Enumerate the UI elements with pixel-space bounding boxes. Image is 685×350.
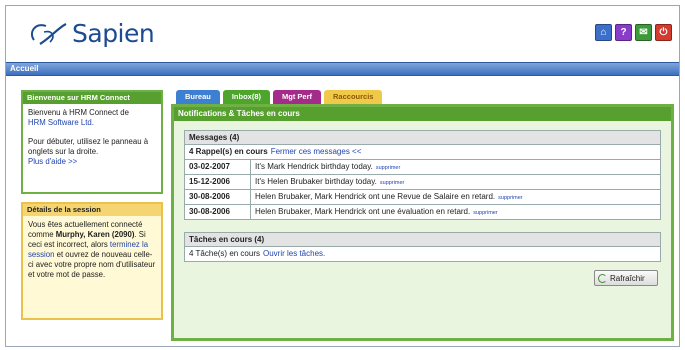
notifications-panel: Notifications & Tâches en cours Messages…	[171, 104, 674, 341]
messages-section: Messages (4) 4 Rappel(s) en cours Fermer…	[184, 130, 661, 220]
session-panel: Détails de la session Vous êtes actuelle…	[21, 202, 163, 320]
welcome-line1: Bienvenu à HRM Connect de	[28, 108, 129, 117]
message-text: Helen Brubaker, Mark Hendrick ont une év…	[255, 207, 471, 216]
notifications-title: Notifications & Tâches en cours	[174, 107, 671, 121]
message-text: It's Mark Hendrick birthday today.	[255, 162, 373, 171]
help-link[interactable]: Plus d'aide >>	[28, 157, 77, 166]
mail-icon[interactable]: ✉	[635, 24, 652, 41]
app-window: Sapien ⌂? ✉ ⏻ Accueil Bienvenue sur HRM Co…	[5, 5, 680, 347]
delete-message-link[interactable]: supprimer	[473, 210, 497, 216]
tasks-header: Tâches en cours (4)	[185, 233, 660, 247]
logo-mark-icon	[30, 23, 67, 45]
refresh-button[interactable]: Rafraîchir	[594, 270, 658, 286]
tasks-section: Tâches en cours (4) 4 Tâche(s) en cours …	[184, 232, 661, 262]
header: Sapien ⌂? ✉ ⏻	[6, 6, 679, 61]
message-cell: Helen Brubaker, Mark Hendrick ont une Re…	[251, 190, 523, 204]
message-cell: It's Mark Hendrick birthday today. suppri…	[251, 160, 400, 174]
refresh-label: Rafraîchir	[610, 273, 645, 283]
welcome-panel: Bienvenue sur HRM Connect Bienvenu à HRM…	[21, 90, 163, 194]
tab-bureau[interactable]: Bureau	[176, 90, 220, 104]
message-row: 15-12-2006 It's Helen Brubaker birthday t…	[185, 175, 660, 190]
company-link[interactable]: HRM Software Ltd.	[28, 118, 94, 127]
delete-message-link[interactable]: supprimer	[380, 180, 404, 186]
tab-mgt-perf[interactable]: Mgt Perf	[273, 90, 322, 104]
message-date: 30-08-2006	[185, 205, 251, 219]
message-cell: Helen Brubaker, Mark Hendrick ont une év…	[251, 205, 498, 219]
message-date: 30-08-2006	[185, 190, 251, 204]
message-date: 03-02-2007	[185, 160, 251, 174]
help-icon[interactable]: ?	[615, 24, 632, 41]
sapien-logo: Sapien	[26, 18, 155, 48]
message-date: 15-12-2006	[185, 175, 251, 189]
tab-raccourcis[interactable]: Raccourcis	[324, 90, 383, 104]
refresh-icon	[598, 273, 607, 283]
tab-inbox-8[interactable]: Inbox(8)	[222, 90, 271, 104]
reminders-row: 4 Rappel(s) en cours Fermer ces messages…	[185, 145, 660, 160]
welcome-title: Bienvenue sur HRM Connect	[23, 92, 161, 104]
breadcrumb[interactable]: Accueil	[10, 63, 38, 75]
open-tasks-link[interactable]: Ouvrir les tâches.	[263, 247, 325, 261]
message-text: It's Helen Brubaker birthday today.	[255, 177, 377, 186]
session-user: Murphy, Karen (2090)	[55, 230, 135, 239]
delete-message-link[interactable]: supprimer	[376, 165, 400, 171]
tasks-count: 4 Tâche(s) en cours	[189, 249, 260, 258]
message-row: 30-08-2006 Helen Brubaker, Mark Hendrick …	[185, 190, 660, 205]
power-icon[interactable]: ⏻	[655, 24, 672, 41]
message-row: 30-08-2006 Helen Brubaker, Mark Hendrick …	[185, 205, 660, 219]
reminders-count: 4 Rappel(s) en cours	[189, 147, 268, 156]
session-title: Détails de la session	[23, 204, 161, 216]
nav-bar: Accueil	[6, 62, 679, 76]
close-messages-link[interactable]: Fermer ces messages <<	[271, 145, 362, 159]
message-rows: 03-02-2007 It's Mark Hendrick birthday to…	[185, 160, 660, 219]
home-icon[interactable]: ⌂	[595, 24, 612, 41]
message-row: 03-02-2007 It's Mark Hendrick birthday to…	[185, 160, 660, 175]
tasks-row: 4 Tâche(s) en cours Ouvrir les tâches.	[185, 247, 660, 261]
brand-name: Sapien	[72, 18, 155, 48]
message-text: Helen Brubaker, Mark Hendrick ont une Re…	[255, 192, 496, 201]
top-toolbar: ⌂? ✉ ⏻	[595, 24, 672, 41]
welcome-line2: Pour débuter, utilisez le panneau à ongl…	[28, 137, 149, 156]
delete-message-link[interactable]: supprimer	[498, 195, 522, 201]
message-cell: It's Helen Brubaker birthday today. suppr…	[251, 175, 404, 189]
session-text: Vous êtes actuellement connecté comme Mu…	[23, 216, 161, 284]
tab-bar: Bureau Inbox(8) Mgt Perf Raccourcis	[176, 90, 383, 104]
messages-header: Messages (4)	[185, 131, 660, 145]
welcome-text: Bienvenu à HRM Connect de HRM Software L…	[23, 104, 161, 171]
